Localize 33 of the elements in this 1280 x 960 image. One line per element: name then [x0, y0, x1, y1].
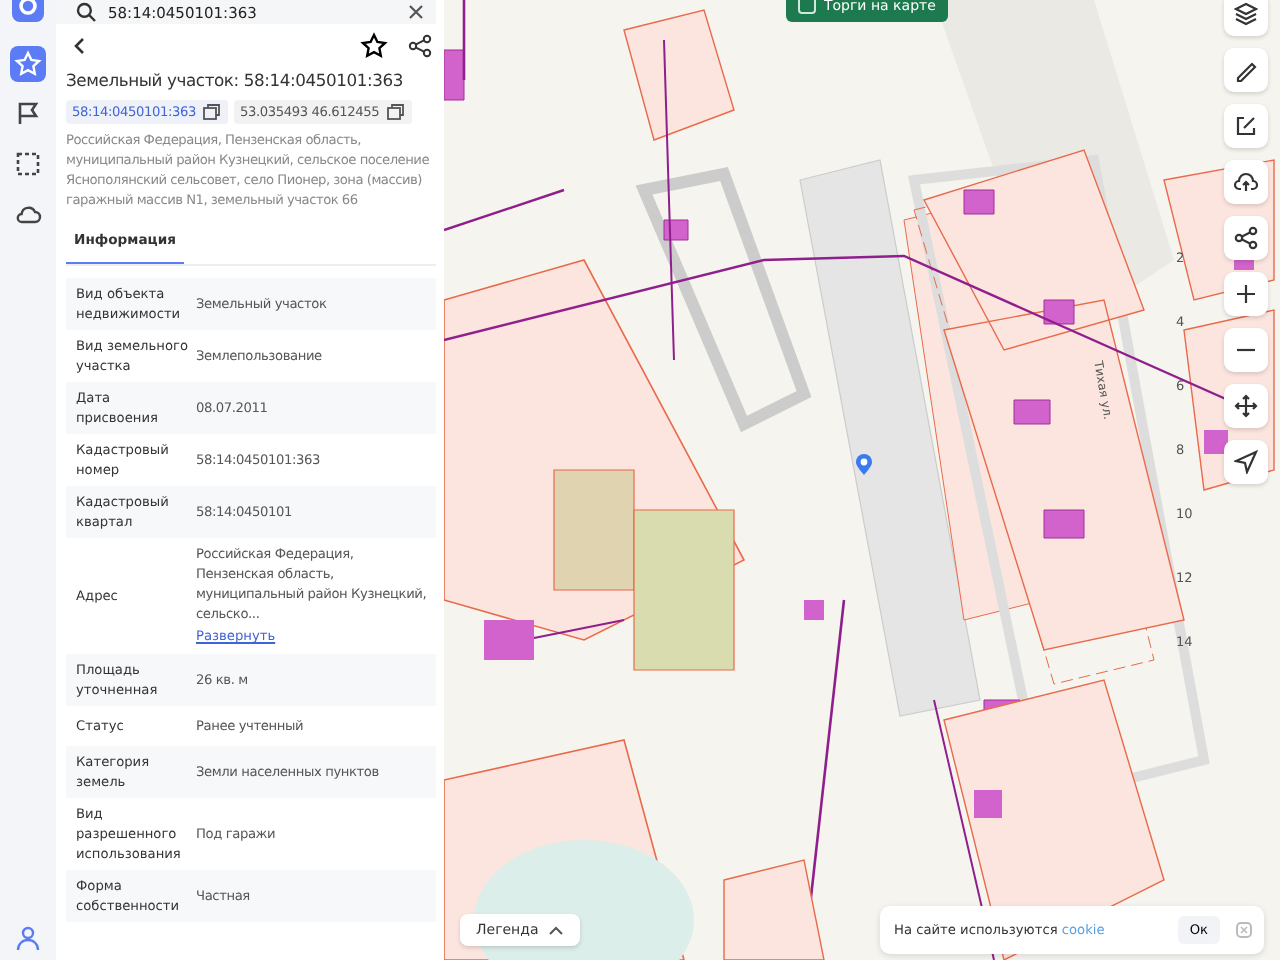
edit-button[interactable]: [1224, 104, 1268, 148]
location-pin-icon[interactable]: [854, 452, 874, 476]
navigation-icon: [1234, 450, 1258, 474]
share-map-button[interactable]: [1224, 216, 1268, 260]
layers-icon: [1234, 2, 1258, 26]
upload-button[interactable]: [1224, 160, 1268, 204]
pencil-icon: [1234, 58, 1258, 82]
layers-button[interactable]: [1224, 0, 1268, 36]
flag-icon: [14, 100, 42, 128]
checkbox-icon: [798, 0, 816, 14]
share-button[interactable]: [404, 30, 436, 62]
user-icon[interactable]: [14, 924, 42, 952]
close-icon[interactable]: [408, 4, 424, 20]
search-icon: [76, 2, 96, 22]
star-icon: [360, 32, 388, 60]
sidebar-button[interactable]: [10, 46, 46, 82]
edit-icon: [1234, 114, 1258, 138]
move-button[interactable]: [1224, 384, 1268, 428]
cloud-upload-icon: [1234, 170, 1258, 194]
star-icon: [14, 50, 42, 78]
plus-icon: [1234, 282, 1258, 306]
locate-button[interactable]: [1224, 440, 1268, 484]
favorite-button[interactable]: [356, 28, 392, 64]
share-icon: [408, 34, 432, 58]
selection-icon: [14, 150, 42, 178]
zoom-in-button[interactable]: [1224, 272, 1268, 316]
move-icon: [1234, 394, 1258, 418]
share-icon: [1234, 226, 1258, 250]
copy-icon[interactable]: [202, 102, 222, 122]
chevron-up-icon: [548, 924, 565, 936]
chevron-left-icon: [70, 36, 90, 56]
copy-icon[interactable]: [385, 102, 406, 122]
card-title: Земельный участок: 58:14:0450101:363: [66, 70, 406, 90]
